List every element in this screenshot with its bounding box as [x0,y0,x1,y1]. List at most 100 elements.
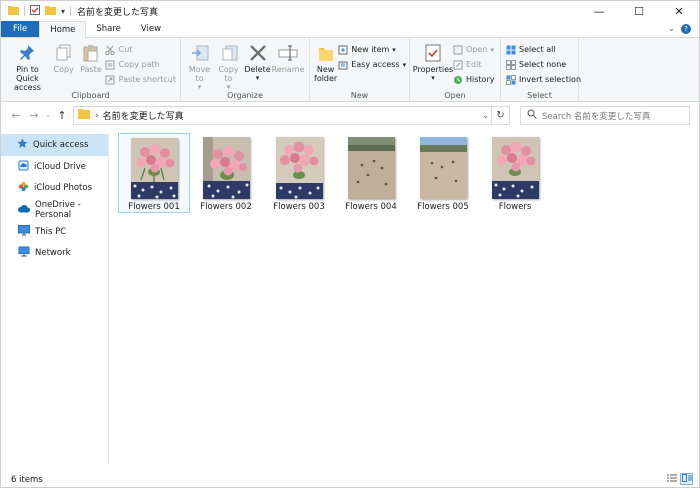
breadcrumb-current-folder[interactable]: 名前を変更した写真 [103,109,184,122]
file-name: Flowers 004 [345,202,397,212]
paste-shortcut-icon [105,74,116,85]
sidebar-item-icloud-drive[interactable]: iCloud Drive [1,156,108,178]
select-all-icon [505,44,516,55]
clipboard-group: Pin to Quick access Copy Paste Cut Copy … [1,38,181,102]
tab-view[interactable]: View [131,21,171,37]
search-box[interactable]: Search 名前を変更した写真 [520,106,690,125]
status-bar: 6 items [1,471,699,488]
recent-locations-button[interactable]: ⌄ [43,105,53,125]
navigation-bar: ← → ⌄ ↑ › 名前を変更した写真 ⌄ ↻ Search 名前を変更した写真 [1,102,699,128]
customize-toolbar-icon[interactable]: ▾ [61,7,65,16]
copy-path-button[interactable]: Copy path [105,58,176,71]
chevron-down-icon: ⌄ [45,111,51,119]
select-group: Select all Select none Invert selection … [501,38,581,102]
sidebar-item-network[interactable]: Network [1,242,108,264]
easy-access-icon [337,59,348,70]
move-to-icon [190,42,210,64]
file-tile[interactable]: Flowers 002 [190,133,262,213]
file-list: Flowers 001 Flowers 002 Flowers 003 Flow… [111,129,699,464]
arrow-up-icon: ↑ [57,108,67,122]
maximize-button[interactable]: ☐ [619,1,659,21]
file-name: Flowers 001 [128,202,180,212]
new-folder-quick-icon[interactable] [45,5,56,18]
sidebar-item-this-pc[interactable]: This PC [1,221,108,243]
new-group-label: New [350,91,369,100]
image-thumbnail [130,138,178,199]
new-item-icon [337,44,348,55]
tab-file[interactable]: File [1,21,40,37]
sidebar-item-quick-access[interactable]: Quick access [1,134,108,156]
large-icons-view-button[interactable] [680,473,693,485]
up-button[interactable]: ↑ [53,105,71,125]
ribbon-tabs: File Home Share View ⌄ ? [1,21,699,38]
navigation-pane: Quick access iCloud Drive iCloud Photos … [1,134,109,464]
open-button[interactable]: Open ▾ [452,43,494,56]
history-button[interactable]: History [452,73,494,86]
file-tile[interactable]: Flowers 001 [118,133,190,213]
history-icon [452,74,463,85]
file-explorer-window: ▾ 名前を変更した写真 — ☐ ✕ File Home Share View ⌄… [0,0,700,488]
file-name: Flowers 003 [273,202,325,212]
easy-access-button[interactable]: Easy access ▾ [337,58,406,71]
open-group-label: Open [444,91,466,100]
select-group-label: Select [527,91,552,100]
edit-icon [452,59,463,70]
breadcrumb-chevron-icon[interactable]: › [95,111,99,121]
icloud-drive-icon [18,160,29,174]
close-button[interactable]: ✕ [659,1,699,21]
star-icon [17,138,28,152]
copy-path-icon [105,59,116,70]
edit-button[interactable]: Edit [452,58,494,71]
properties-check-icon[interactable] [30,4,40,18]
help-icon[interactable]: ? [681,24,691,34]
paste-shortcut-button[interactable]: Paste shortcut [105,73,176,86]
pin-icon [17,42,37,64]
paste-icon [81,42,101,64]
forward-button[interactable]: → [25,105,43,125]
file-name: Flowers 005 [417,202,469,212]
sidebar-item-onedrive[interactable]: OneDrive - Personal [1,199,108,221]
select-none-button[interactable]: Select none [505,58,581,71]
new-group: New folder New item ▾ Easy access ▾ New [310,38,410,102]
new-item-button[interactable]: New item ▾ [337,43,406,56]
sidebar-item-icloud-photos[interactable]: iCloud Photos [1,177,108,199]
file-tile[interactable]: Flowers 004 [335,133,407,213]
cut-button[interactable]: Cut [105,43,176,56]
file-name: Flowers 002 [200,202,252,212]
icloud-photos-icon [18,181,29,195]
image-thumbnail [275,137,323,199]
search-icon [527,109,537,122]
address-bar[interactable]: › 名前を変更した写真 ⌄ ↻ [73,106,510,125]
rename-icon [278,42,298,64]
address-history-icon[interactable]: ⌄ [482,111,489,120]
back-button[interactable]: ← [7,105,25,125]
open-icon [452,44,463,55]
select-all-button[interactable]: Select all [505,43,581,56]
refresh-icon: ↻ [496,110,505,121]
arrow-right-icon: → [29,108,39,122]
clipboard-group-label: Clipboard [71,91,110,100]
title-bar: ▾ 名前を変更した写真 — ☐ ✕ [1,1,699,21]
cloud-icon [17,204,30,216]
minimize-button[interactable]: — [579,1,619,21]
tab-share[interactable]: Share [86,21,131,37]
file-tile[interactable]: Flowers 005 [407,133,479,213]
copy-to-icon [219,42,239,64]
file-tile[interactable]: Flowers 003 [263,133,335,213]
quick-access-toolbar: ▾ [1,4,72,18]
window-title: 名前を変更した写真 [77,7,159,18]
image-thumbnail [202,137,250,199]
select-none-icon [505,59,516,70]
copy-icon [54,42,74,64]
large-icons-view-icon [681,473,692,485]
network-icon [18,246,30,260]
minimize-ribbon-icon[interactable]: ⌄ [667,24,675,34]
file-tile[interactable]: Flowers [479,133,551,213]
file-name: Flowers [498,202,532,212]
scissors-icon [105,44,116,55]
details-view-button[interactable] [665,473,678,485]
invert-selection-button[interactable]: Invert selection [505,73,581,86]
item-count: 6 items [11,474,43,485]
refresh-button[interactable]: ↻ [491,107,509,124]
tab-home[interactable]: Home [39,21,87,38]
